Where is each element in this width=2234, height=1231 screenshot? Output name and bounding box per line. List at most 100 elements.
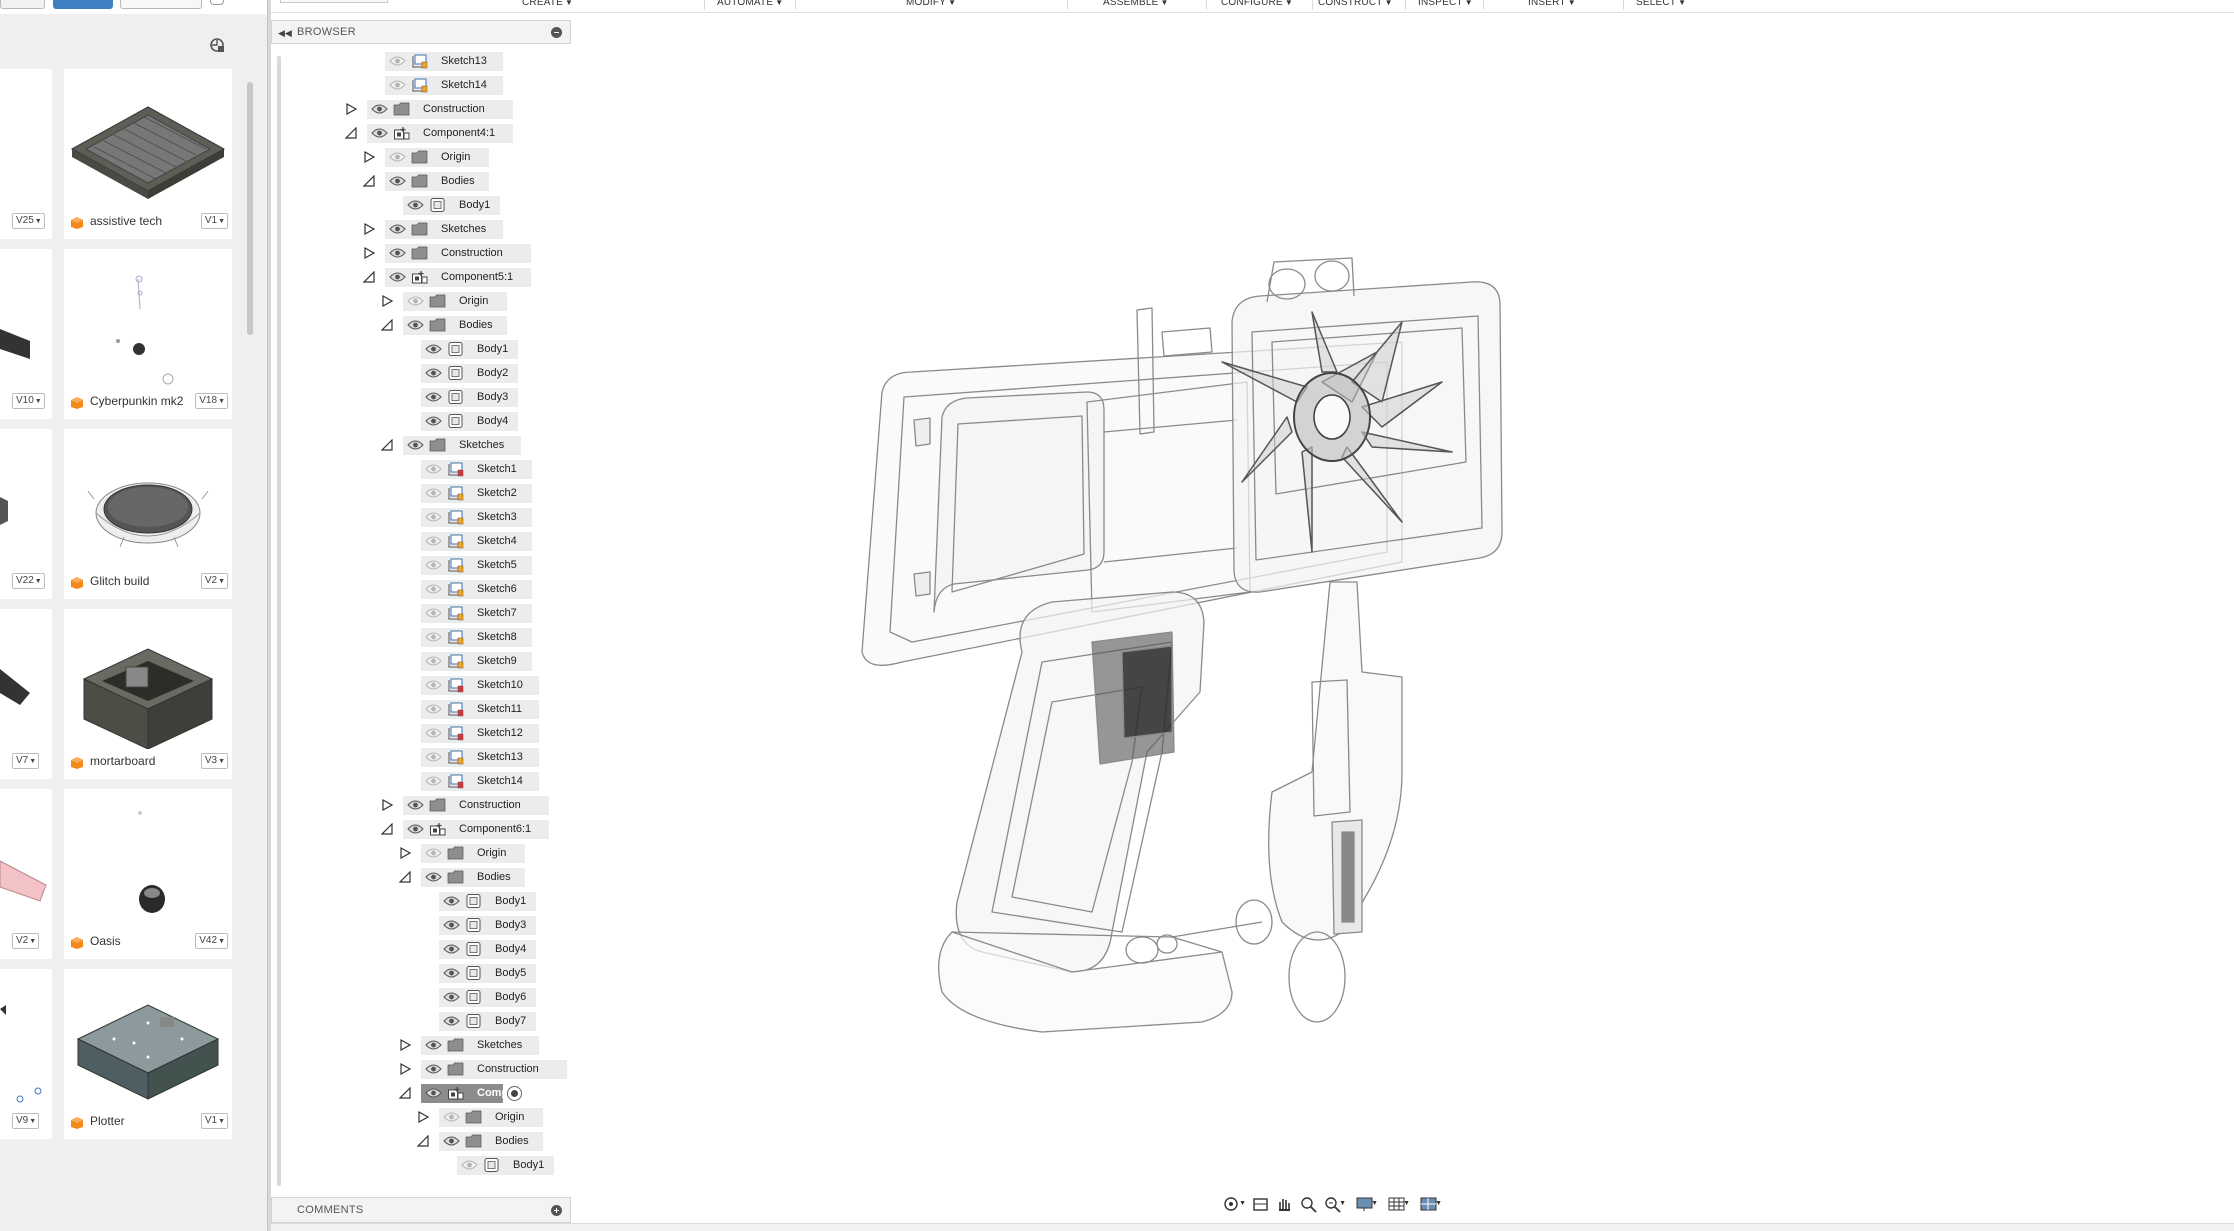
browser-node[interactable]: Construction [271, 242, 571, 264]
browser-node[interactable]: Sketch9 [271, 650, 571, 672]
design-card-partial[interactable]: V25▼ [0, 69, 52, 239]
version-badge[interactable]: V9▼ [12, 1113, 40, 1129]
version-badge[interactable]: V1▼ [200, 213, 228, 229]
browser-node[interactable]: Sketch13 [271, 746, 571, 768]
menu-insert[interactable]: INSERT ▼ [1528, 0, 1576, 8]
browser-node[interactable]: Sketch8 [271, 626, 571, 648]
browser-node[interactable]: Sketch12 [271, 722, 571, 744]
collapsed-triangle-icon[interactable] [363, 247, 375, 259]
workspace-switcher-button[interactable] [120, 0, 202, 9]
design-card-partial[interactable]: V22▼ [0, 429, 52, 599]
browser-node[interactable]: Body1 [271, 890, 571, 912]
collapsed-triangle-icon[interactable] [381, 295, 393, 307]
collapsed-triangle-icon[interactable] [363, 223, 375, 235]
version-badge[interactable]: V18▼ [195, 393, 228, 409]
browser-node[interactable]: Body1 [271, 1154, 571, 1176]
browser-node[interactable]: Component6:1 [271, 818, 571, 840]
browser-node[interactable]: Body2 [271, 362, 571, 384]
zoom-icon[interactable]: ▼ [1322, 1194, 1346, 1214]
browser-node[interactable]: Body1 [271, 194, 571, 216]
collapsed-triangle-icon[interactable] [363, 151, 375, 163]
browser-node[interactable]: Component4:1 [271, 122, 571, 144]
browser-node[interactable]: Comp... [271, 1082, 571, 1104]
collapsed-triangle-icon[interactable] [399, 1063, 411, 1075]
collapsed-triangle-icon[interactable] [417, 1111, 429, 1123]
menu-construct[interactable]: CONSTRUCT ▼ [1318, 0, 1393, 8]
design-card-partial[interactable]: V7▼ [0, 609, 52, 779]
browser-node[interactable]: Sketch11 [271, 698, 571, 720]
design-card[interactable]: Oasis V42▼ [64, 789, 232, 959]
save-button[interactable] [53, 0, 113, 9]
version-badge[interactable]: V22▼ [12, 573, 45, 589]
grid-settings-icon[interactable]: ▼ [1386, 1194, 1410, 1214]
design-card-partial[interactable]: V9▼ [0, 969, 52, 1139]
expanded-triangle-icon[interactable] [345, 127, 357, 139]
display-settings-icon[interactable]: ▼ [1354, 1194, 1378, 1214]
menu-inspect[interactable]: INSPECT ▼ [1418, 0, 1473, 8]
browser-node[interactable]: Sketches [271, 434, 571, 456]
zoom-window-icon[interactable] [1298, 1194, 1320, 1214]
data-panel-scrollbar[interactable] [247, 82, 253, 335]
version-badge[interactable]: V10▼ [12, 393, 45, 409]
collapsed-triangle-icon[interactable] [399, 1039, 411, 1051]
undo-icon[interactable] [210, 0, 224, 5]
design-card[interactable]: assistive tech V1▼ [64, 69, 232, 239]
browser-node[interactable]: Bodies [271, 170, 571, 192]
browser-node[interactable]: Sketch10 [271, 674, 571, 696]
browser-node[interactable]: Body6 [271, 986, 571, 1008]
version-badge[interactable]: V42▼ [195, 933, 228, 949]
expanded-triangle-icon[interactable] [417, 1135, 429, 1147]
version-badge[interactable]: V3▼ [200, 753, 228, 769]
menu-automate[interactable]: AUTOMATE ▼ [717, 0, 783, 8]
browser-node[interactable]: Body1 [271, 338, 571, 360]
activate-component-icon[interactable] [507, 1086, 522, 1101]
expanded-triangle-icon[interactable] [363, 175, 375, 187]
browser-node[interactable]: Sketch3 [271, 506, 571, 528]
browser-node[interactable]: Construction [271, 1058, 571, 1080]
menu-select[interactable]: SELECT ▼ [1636, 0, 1686, 8]
collapsed-triangle-icon[interactable] [399, 847, 411, 859]
model-wireframe[interactable] [842, 232, 1842, 1112]
pan-icon[interactable] [1274, 1194, 1296, 1214]
browser-node[interactable]: Sketches [271, 218, 571, 240]
version-badge[interactable]: V1▼ [200, 1113, 228, 1129]
browser-node[interactable]: Sketch1 [271, 458, 571, 480]
browser-node[interactable]: Sketch6 [271, 578, 571, 600]
expanded-triangle-icon[interactable] [381, 319, 393, 331]
browser-node[interactable]: Sketch7 [271, 602, 571, 624]
menu-configure[interactable]: CONFIGURE ▼ [1221, 0, 1293, 8]
browser-node[interactable]: Body7 [271, 1010, 571, 1032]
browser-node[interactable]: Construction [271, 794, 571, 816]
browser-node[interactable]: Sketch14 [271, 74, 571, 96]
browser-node[interactable]: Sketch4 [271, 530, 571, 552]
look-at-icon[interactable] [1250, 1194, 1272, 1214]
menu-assemble[interactable]: ASSEMBLE ▼ [1103, 0, 1169, 8]
design-card-partial[interactable]: V10▼ [0, 249, 52, 419]
document-tab[interactable] [280, 0, 388, 3]
browser-node[interactable]: Body4 [271, 938, 571, 960]
browser-node[interactable]: Body4 [271, 410, 571, 432]
browser-node[interactable]: Origin [271, 290, 571, 312]
browser-node[interactable]: Component5:1 [271, 266, 571, 288]
version-badge[interactable]: V2▼ [200, 573, 228, 589]
design-card[interactable]: Cyberpunkin mk2 V18▼ [64, 249, 232, 419]
browser-node[interactable]: Sketch14 [271, 770, 571, 792]
add-comment-icon[interactable] [551, 1205, 562, 1216]
browser-node[interactable]: Bodies [271, 866, 571, 888]
3d-viewport[interactable]: ▼ ▼ ▼ ▼ ▼ [572, 14, 2234, 1217]
browser-minimize-icon[interactable] [551, 27, 562, 38]
design-card[interactable]: Glitch build V2▼ [64, 429, 232, 599]
browser-node[interactable]: Sketches [271, 1034, 571, 1056]
design-card[interactable]: Plotter V1▼ [64, 969, 232, 1139]
collapsed-triangle-icon[interactable] [345, 103, 357, 115]
expanded-triangle-icon[interactable] [399, 1087, 411, 1099]
collapse-panel-icon[interactable]: ◀◀ [278, 27, 292, 39]
design-card-partial[interactable]: V2▼ [0, 789, 52, 959]
menu-modify[interactable]: MODIFY ▼ [906, 0, 956, 8]
browser-node[interactable]: Origin [271, 842, 571, 864]
viewports-icon[interactable]: ▼ [1418, 1194, 1442, 1214]
design-card[interactable]: mortarboard V3▼ [64, 609, 232, 779]
expanded-triangle-icon[interactable] [381, 823, 393, 835]
browser-node[interactable]: Sketch13 [271, 50, 571, 72]
browser-node[interactable]: Origin [271, 1106, 571, 1128]
